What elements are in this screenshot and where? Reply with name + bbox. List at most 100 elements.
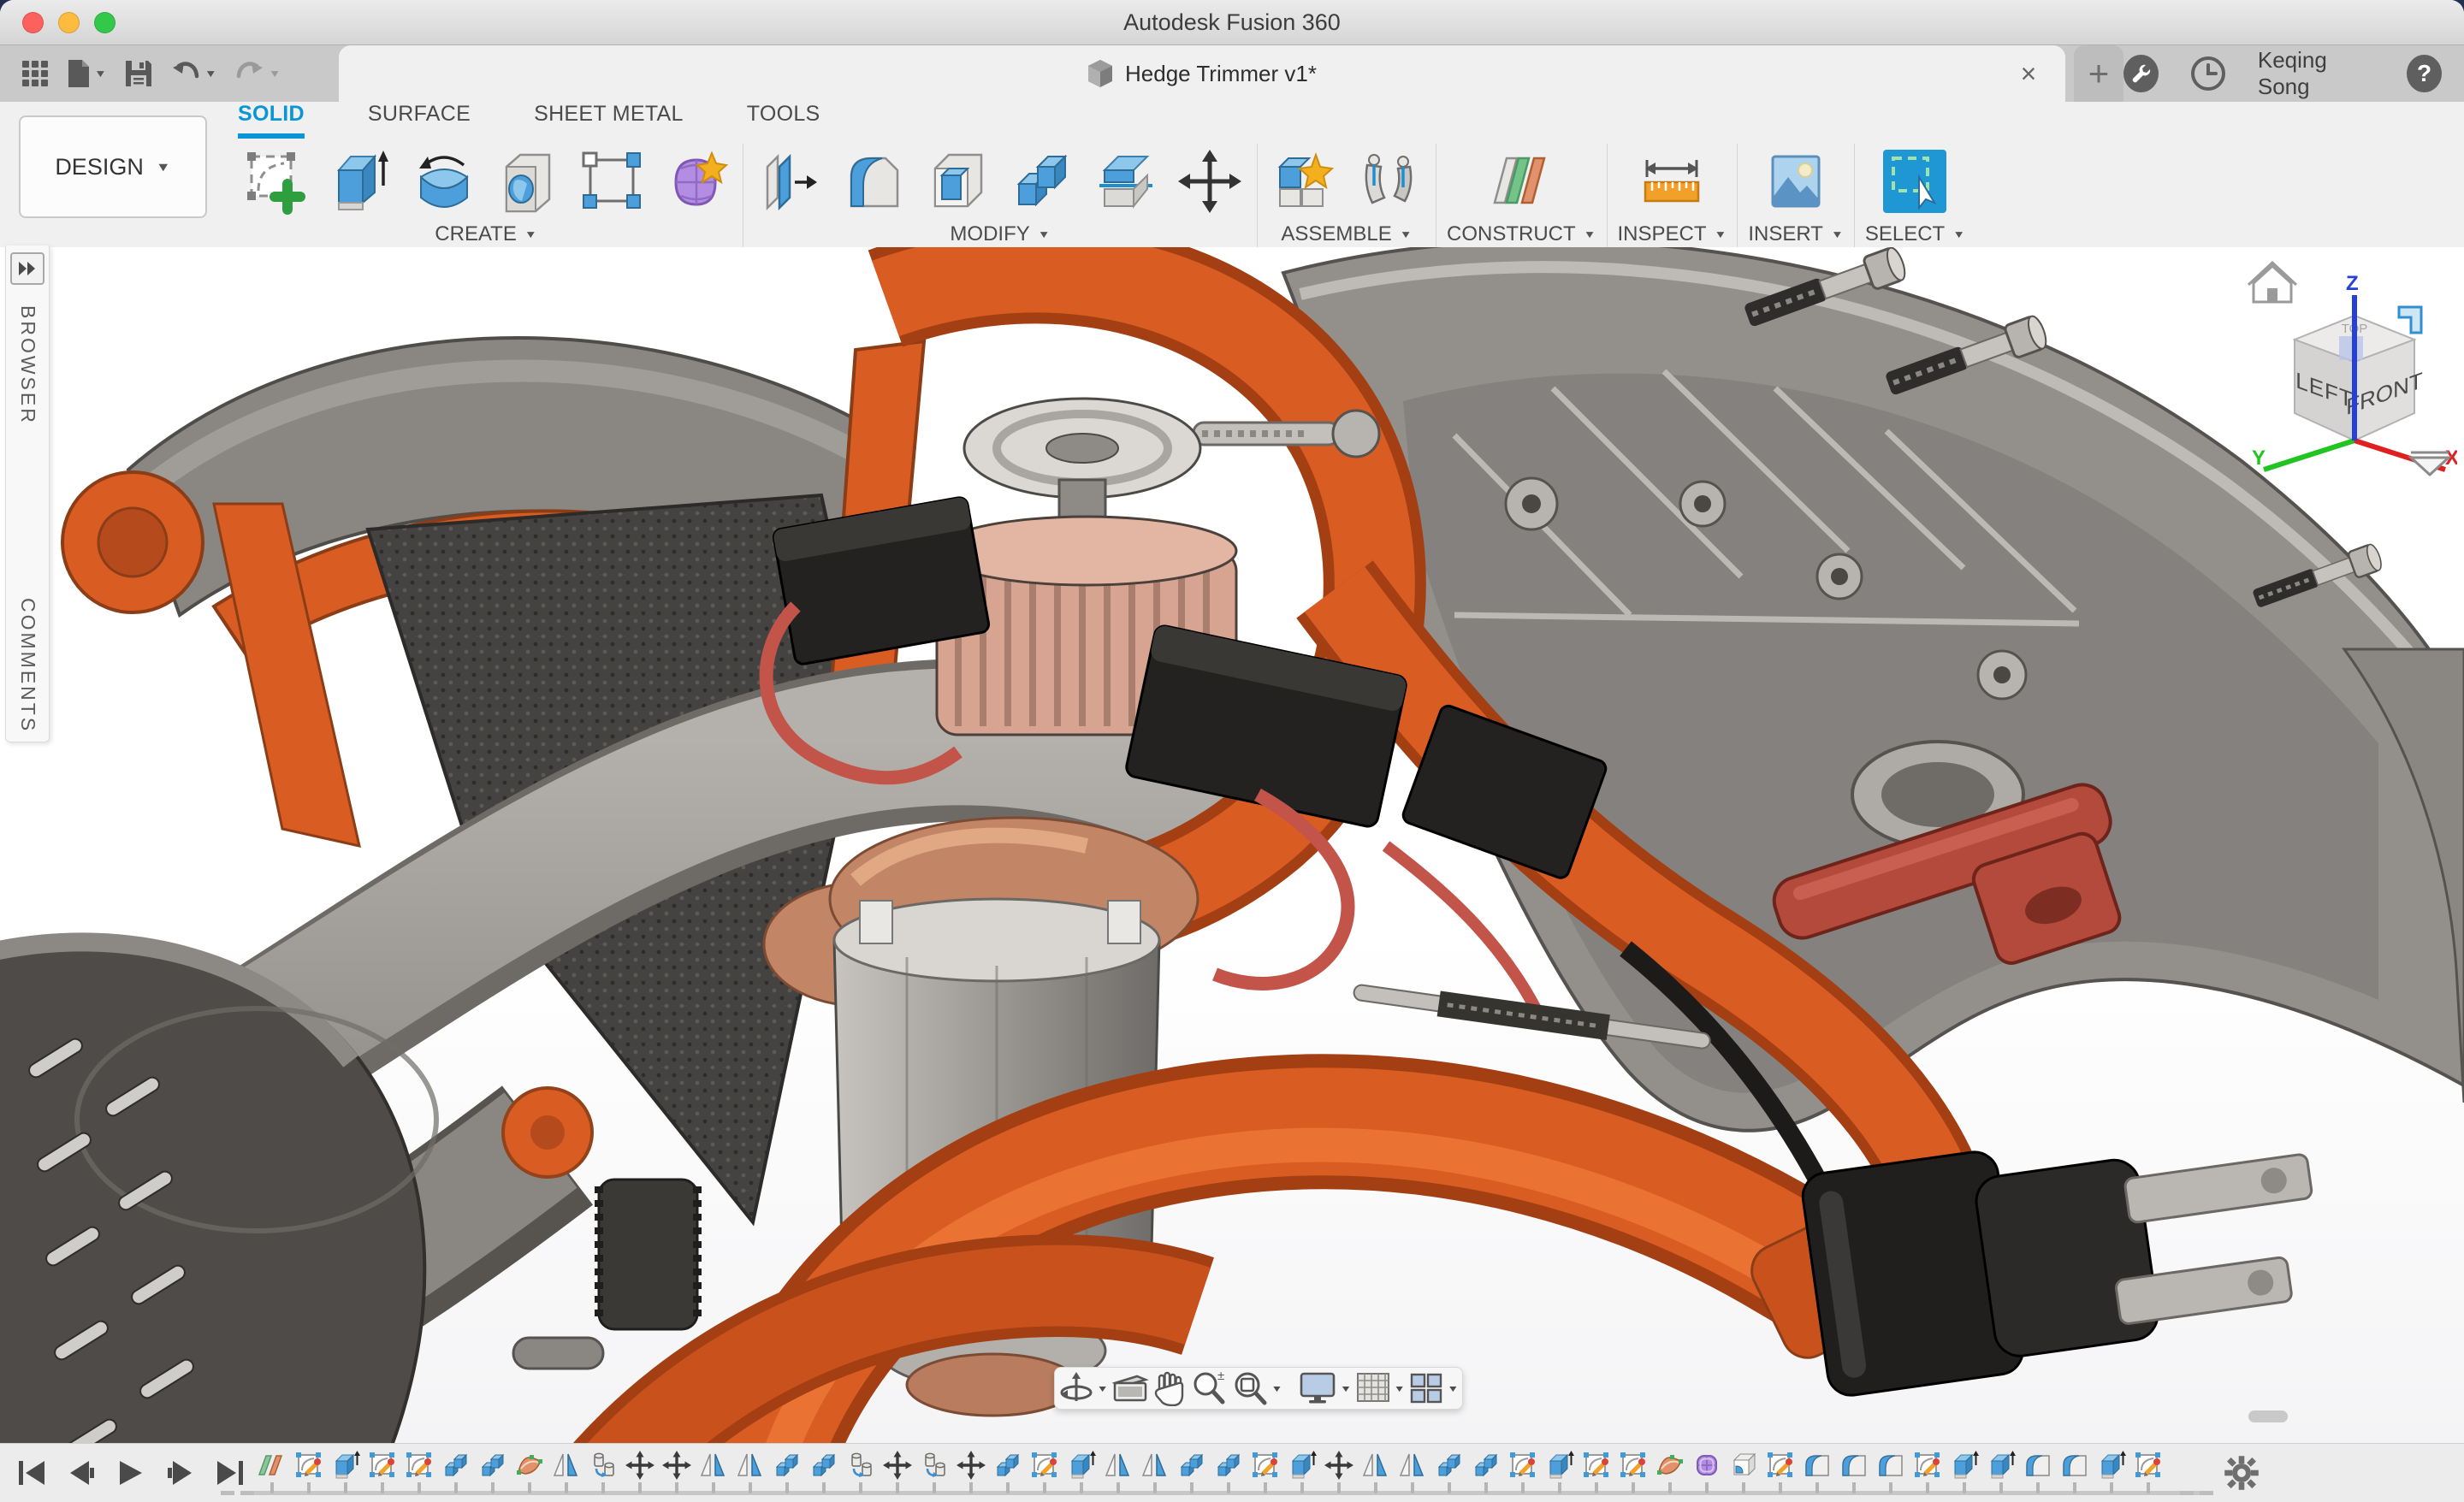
timeline-feature-form[interactable] — [1655, 1450, 1685, 1493]
select-group-label[interactable]: SELECT▼ — [1865, 222, 1965, 246]
go-to-start-button[interactable] — [17, 1459, 46, 1487]
timeline-feature-extrude[interactable] — [1986, 1450, 2017, 1493]
extrude-button[interactable] — [323, 145, 397, 218]
joint-button[interactable] — [1352, 145, 1425, 218]
revolve-button[interactable] — [407, 145, 481, 218]
help-button[interactable]: ? — [2407, 55, 2442, 92]
close-tab-button[interactable]: × — [2011, 56, 2046, 92]
step-back-button[interactable] — [67, 1459, 96, 1487]
timeline-feature-fillet[interactable] — [1839, 1450, 1869, 1493]
timeline-feature-combine[interactable] — [772, 1450, 803, 1493]
fillet-button[interactable] — [838, 145, 911, 218]
timeline-feature-combine[interactable] — [1176, 1450, 1207, 1493]
timeline-feature-fillet[interactable] — [1802, 1450, 1833, 1493]
timeline-feature-move[interactable] — [882, 1450, 913, 1493]
document-tab[interactable]: Hedge Trimmer v1* × — [339, 45, 2065, 102]
timeline-feature-combine[interactable] — [808, 1450, 839, 1493]
insert-group-label[interactable]: INSERT▼ — [1748, 222, 1843, 246]
timeline-feature-combine[interactable] — [477, 1450, 508, 1493]
timeline-feature-combine[interactable] — [1213, 1450, 1244, 1493]
play-button[interactable] — [116, 1459, 145, 1487]
timeline-feature-combine[interactable] — [1471, 1450, 1502, 1493]
fit-button[interactable]: ▼ — [1231, 1369, 1283, 1407]
timeline-feature-form-ts[interactable] — [1691, 1450, 1722, 1493]
timeline-feature-mirror[interactable] — [1103, 1450, 1134, 1493]
timeline-feature-combine[interactable] — [992, 1450, 1023, 1493]
zoom-window-button[interactable] — [94, 12, 116, 33]
timeline-feature-sketch[interactable] — [1029, 1450, 1060, 1493]
timeline-feature-move[interactable] — [956, 1450, 986, 1493]
go-to-end-button[interactable] — [216, 1459, 245, 1487]
minimize-window-button[interactable] — [58, 12, 80, 33]
design-canvas[interactable]: BROWSER COMMENTS TOP LEFT FRONT — [0, 247, 2464, 1502]
zoom-button[interactable]: ± — [1190, 1369, 1228, 1407]
comments-panel-tab[interactable]: COMMENTS — [16, 598, 39, 733]
timeline-feature-copy[interactable] — [919, 1450, 950, 1493]
timeline-feature-sketch[interactable] — [1507, 1450, 1538, 1493]
construct-group-label[interactable]: CONSTRUCT▼ — [1447, 222, 1596, 246]
app-grid-button[interactable] — [15, 54, 55, 93]
timeline-feature-mirror[interactable] — [698, 1450, 729, 1493]
pan-button[interactable] — [1152, 1370, 1187, 1406]
timeline-feature-sketch[interactable] — [1912, 1450, 1943, 1493]
create-form-button[interactable] — [659, 145, 732, 218]
create-sketch-button[interactable] — [240, 145, 313, 218]
timeline-feature-sketch[interactable] — [2133, 1450, 2164, 1493]
browser-panel-tab[interactable]: BROWSER — [16, 305, 39, 425]
look-at-button[interactable] — [1111, 1371, 1149, 1405]
construct-plane-button[interactable] — [1484, 145, 1558, 218]
viewcube-orbit-corner-icon[interactable] — [2399, 307, 2421, 333]
timeline-feature-extrude[interactable] — [330, 1450, 361, 1493]
timeline-feature-fillet[interactable] — [2059, 1450, 2090, 1493]
viewcube-home-button[interactable] — [2248, 263, 2296, 302]
model-viewport[interactable] — [0, 247, 2464, 1502]
undo-button[interactable]: ▼ — [165, 54, 222, 93]
timeline-feature-fillet[interactable] — [1875, 1450, 1906, 1493]
timeline-feature-plane[interactable] — [257, 1450, 287, 1493]
modify-group-label[interactable]: MODIFY▼ — [950, 222, 1050, 246]
tab-tools[interactable]: TOOLS — [747, 102, 820, 139]
timeline-feature-boundary[interactable] — [1728, 1450, 1759, 1493]
combine-button[interactable] — [1005, 145, 1079, 218]
timeline-settings-button[interactable] — [2223, 1454, 2260, 1492]
press-pull-button[interactable] — [754, 145, 827, 218]
viewcube[interactable]: TOP LEFT FRONT Y X Z — [2243, 254, 2457, 476]
hole-button[interactable] — [491, 145, 565, 218]
timeline-feature-fillet[interactable] — [2023, 1450, 2053, 1493]
redo-button[interactable]: ▼ — [229, 54, 287, 93]
job-status-button[interactable] — [2123, 55, 2159, 92]
display-settings-button[interactable]: ▼ — [1298, 1370, 1352, 1406]
timeline-feature-extrude[interactable] — [1949, 1450, 1980, 1493]
timeline-feature-extrude[interactable] — [1544, 1450, 1575, 1493]
viewports-button[interactable]: ▼ — [1408, 1371, 1459, 1405]
model-power-plug[interactable] — [1733, 1106, 2331, 1408]
timeline-feature-sketch[interactable] — [1618, 1450, 1649, 1493]
timeline-feature-sketch[interactable] — [293, 1450, 324, 1493]
timeline-feature-extrude[interactable] — [2096, 1450, 2127, 1493]
timeline-feature-combine[interactable] — [1434, 1450, 1465, 1493]
grid-settings-button[interactable]: ▼ — [1355, 1371, 1406, 1405]
timeline-feature-sketch[interactable] — [1250, 1450, 1281, 1493]
file-menu-button[interactable]: ▼ — [62, 53, 112, 94]
assemble-group-label[interactable]: ASSEMBLE▼ — [1281, 222, 1412, 246]
insert-canvas-button[interactable] — [1759, 145, 1833, 218]
inspect-group-label[interactable]: INSPECT▼ — [1618, 222, 1727, 246]
timeline-scrollbar[interactable] — [2248, 1410, 2288, 1422]
split-body-button[interactable] — [1089, 145, 1163, 218]
recent-activity-button[interactable] — [2189, 55, 2227, 92]
timeline-feature-move[interactable] — [1324, 1450, 1354, 1493]
select-button[interactable] — [1878, 145, 1952, 218]
viewcube-cube[interactable]: TOP LEFT FRONT — [2295, 316, 2423, 441]
tab-surface[interactable]: SURFACE — [368, 102, 471, 139]
timeline-feature-combine[interactable] — [441, 1450, 471, 1493]
timeline-feature-sketch[interactable] — [1581, 1450, 1612, 1493]
timeline-feature-copy[interactable] — [588, 1450, 619, 1493]
timeline-feature-extrude[interactable] — [1066, 1450, 1097, 1493]
expand-browser-button[interactable] — [10, 252, 44, 285]
timeline-feature-copy[interactable] — [845, 1450, 876, 1493]
move-copy-button[interactable] — [1173, 145, 1247, 218]
timeline-feature-mirror[interactable] — [551, 1450, 582, 1493]
save-button[interactable] — [119, 54, 158, 93]
user-account-button[interactable]: Keqing Song — [2258, 47, 2376, 100]
timeline-feature-mirror[interactable] — [1397, 1450, 1428, 1493]
